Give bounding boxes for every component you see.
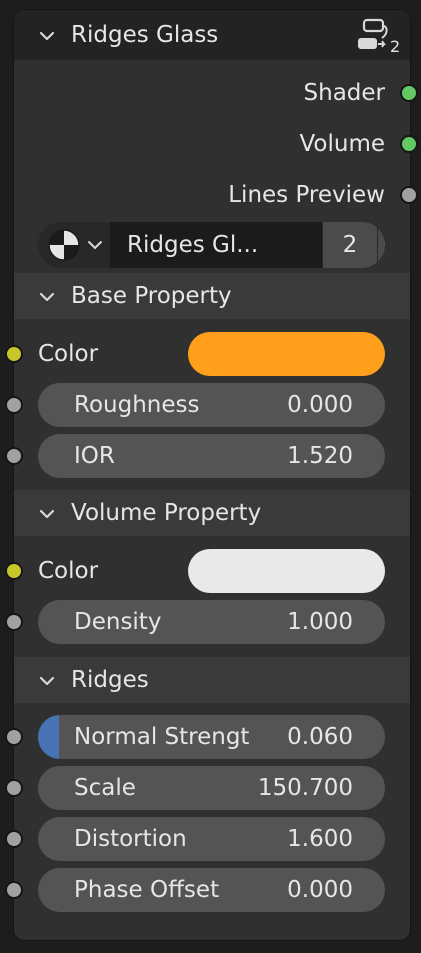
input-socket-volume-color[interactable]: [5, 562, 23, 580]
scale-value: 150.700: [257, 775, 353, 801]
panel-title-ridges: Ridges: [71, 667, 149, 693]
ior-value: 1.520: [287, 443, 353, 469]
volume-color-label: Color: [38, 558, 99, 584]
input-socket-scale[interactable]: [5, 779, 23, 797]
shield-icon: [384, 235, 385, 246]
panel-chevron-icon[interactable]: [38, 288, 56, 306]
roughness-value: 0.000: [287, 392, 353, 418]
output-label-volume: Volume: [299, 131, 385, 157]
input-socket-roughness[interactable]: [5, 396, 23, 414]
phase-offset-value: 0.000: [287, 877, 353, 903]
node-tree-selector: Ridges Gl... 2: [38, 222, 385, 268]
distortion-value: 1.600: [287, 826, 353, 852]
distortion-label: Distortion: [74, 826, 187, 852]
phase-offset-label: Phase Offset: [74, 877, 220, 903]
base-color-swatch[interactable]: [188, 332, 385, 376]
node-tree-type-button[interactable]: [38, 222, 110, 268]
output-socket-shader[interactable]: [400, 84, 418, 102]
node-tree-name: Ridges Gl...: [127, 232, 259, 258]
normal-strength-value: 0.060: [287, 724, 353, 750]
roughness-label: Roughness: [74, 392, 200, 418]
input-socket-normal-strength[interactable]: [5, 728, 23, 746]
density-field[interactable]: Density 1.000: [38, 600, 385, 644]
density-value: 1.000: [287, 609, 353, 635]
base-color-label: Color: [38, 341, 99, 367]
distortion-field[interactable]: Distortion 1.600: [38, 817, 385, 861]
panel-chevron-icon[interactable]: [38, 505, 56, 523]
output-socket-volume[interactable]: [400, 135, 418, 153]
input-socket-distortion[interactable]: [5, 830, 23, 848]
density-label: Density: [74, 609, 162, 635]
node-tree-user-count-button[interactable]: 2: [323, 222, 377, 268]
collapse-chevron-icon[interactable]: [38, 27, 56, 45]
ior-field[interactable]: IOR 1.520: [38, 434, 385, 478]
volume-color-swatch[interactable]: [188, 549, 385, 593]
output-label-lines-preview: Lines Preview: [228, 182, 385, 208]
scale-label: Scale: [74, 775, 136, 801]
node-title: Ridges Glass: [71, 22, 219, 48]
node-group-user-count: 2: [390, 37, 401, 56]
phase-offset-field[interactable]: Phase Offset 0.000: [38, 868, 385, 912]
output-socket-lines-preview[interactable]: [400, 186, 418, 204]
node-tree-user-count: 2: [342, 232, 358, 258]
ior-label: IOR: [74, 443, 115, 469]
panel-title-volume-property: Volume Property: [71, 500, 262, 526]
roughness-field[interactable]: Roughness 0.000: [38, 383, 385, 427]
node-tree-name-field[interactable]: Ridges Gl...: [110, 222, 322, 268]
panel-chevron-icon[interactable]: [38, 672, 56, 690]
normal-strength-slider[interactable]: Normal Strengt 0.060: [38, 715, 385, 759]
output-label-shader: Shader: [303, 80, 385, 106]
scale-field[interactable]: Scale 150.700: [38, 766, 385, 810]
input-socket-ior[interactable]: [5, 447, 23, 465]
normal-strength-label: Normal Strengt: [74, 724, 250, 750]
node-tree-icon: [48, 229, 102, 261]
input-socket-density[interactable]: [5, 613, 23, 631]
input-socket-base-color[interactable]: [5, 345, 23, 363]
input-socket-phase-offset[interactable]: [5, 881, 23, 899]
fake-user-button[interactable]: [378, 222, 385, 268]
normal-strength-slider-fill: [38, 715, 59, 759]
panel-title-base-property: Base Property: [71, 283, 232, 309]
